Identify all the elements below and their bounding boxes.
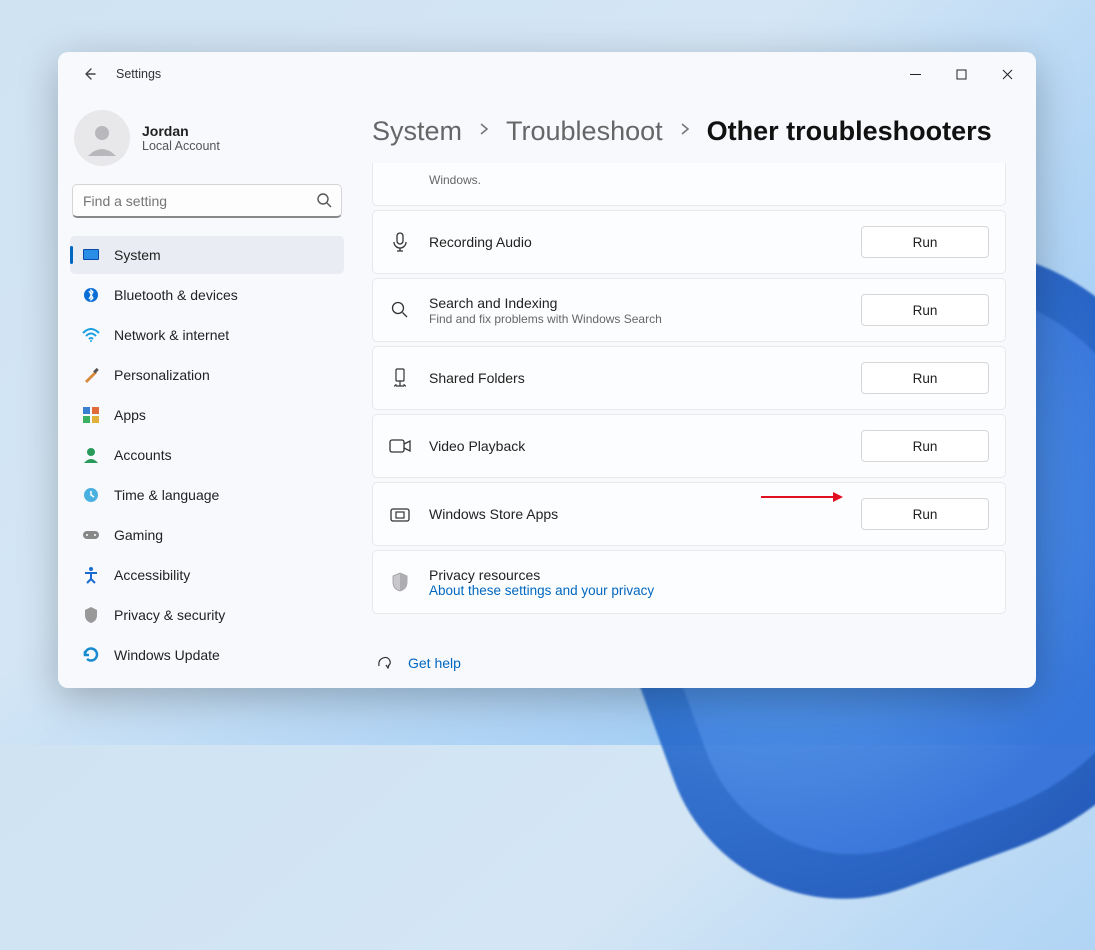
system-icon (82, 246, 100, 264)
troubleshooter-card-search-and-indexing: Search and Indexing Find and fix problem… (372, 278, 1006, 342)
troubleshooter-card-shared-folders: Shared Folders Run (372, 346, 1006, 410)
breadcrumb-other-troubleshooters: Other troubleshooters (707, 116, 992, 147)
sidebar: Jordan Local Account System Bluetooth & d… (58, 96, 356, 688)
help-row: Get help (372, 637, 1012, 688)
person-icon (82, 446, 100, 464)
nav-label: Apps (114, 407, 146, 423)
card-title: Search and Indexing (429, 295, 843, 311)
maximize-icon (956, 69, 967, 80)
chevron-right-icon (679, 122, 691, 141)
mic-icon (389, 232, 411, 252)
sidebar-item-personalization[interactable]: Personalization (70, 356, 344, 394)
app-title: Settings (116, 67, 161, 81)
search-input[interactable] (72, 184, 342, 218)
run-button[interactable]: Run (861, 498, 989, 530)
run-button[interactable]: Run (861, 430, 989, 462)
sidebar-item-accessibility[interactable]: Accessibility (70, 556, 344, 594)
card-sub: Find and fix problems with Windows Searc… (429, 312, 843, 326)
breadcrumb-system[interactable]: System (372, 116, 462, 147)
card-title: Privacy resources (429, 567, 989, 583)
video-icon (389, 438, 411, 454)
sidebar-item-accounts[interactable]: Accounts (70, 436, 344, 474)
main-content: SystemTroubleshootOther troubleshooters … (356, 96, 1036, 688)
minimize-icon (910, 69, 921, 80)
back-button[interactable] (72, 56, 108, 92)
search-icon (316, 192, 332, 213)
update-icon (82, 646, 100, 664)
shield-icon (82, 606, 100, 624)
clock-icon (82, 486, 100, 504)
sidebar-item-privacy-security[interactable]: Privacy & security (70, 596, 344, 634)
brush-icon (82, 366, 100, 384)
avatar-icon (82, 118, 122, 158)
store-icon (389, 506, 411, 522)
card-title: Shared Folders (429, 370, 843, 386)
troubleshooter-card-video-playback: Video Playback Run (372, 414, 1006, 478)
run-button[interactable]: Run (861, 226, 989, 258)
card-title: Windows Store Apps (429, 506, 843, 522)
sidebar-item-apps[interactable]: Apps (70, 396, 344, 434)
search-icon (389, 301, 411, 319)
bluetooth-icon (82, 286, 100, 304)
shield-icon (389, 572, 411, 592)
annotation-arrow-icon (759, 491, 843, 503)
back-arrow-icon (82, 66, 98, 82)
nav-label: Privacy & security (114, 607, 225, 623)
profile-block[interactable]: Jordan Local Account (70, 96, 344, 184)
troubleshooter-list: Windows. Recording Audio Run Search and … (372, 163, 1012, 637)
help-icon (376, 651, 394, 674)
sidebar-item-system[interactable]: System (70, 236, 344, 274)
nav-label: Windows Update (114, 647, 220, 663)
run-button[interactable]: Run (861, 362, 989, 394)
wifi-icon (82, 326, 100, 344)
nav-label: Accounts (114, 447, 172, 463)
sidebar-item-windows-update[interactable]: Windows Update (70, 636, 344, 674)
window-controls (892, 58, 1030, 90)
profile-sub: Local Account (142, 139, 220, 153)
get-help-link[interactable]: Get help (408, 655, 461, 671)
breadcrumb: System Troubleshoot Other troubleshooters (372, 96, 1012, 163)
settings-window: Settings Jordan Local Account (58, 52, 1036, 688)
titlebar: Settings (58, 52, 1036, 96)
breadcrumb-troubleshoot[interactable]: Troubleshoot (506, 116, 663, 147)
troubleshooter-card-partial: Windows. (372, 163, 1006, 206)
card-title: Video Playback (429, 438, 843, 454)
nav-label: Gaming (114, 527, 163, 543)
access-icon (82, 566, 100, 584)
privacy-link[interactable]: About these settings and your privacy (429, 583, 989, 598)
apps-icon (82, 406, 100, 424)
sidebar-item-bluetooth-devices[interactable]: Bluetooth & devices (70, 276, 344, 314)
nav-label: Time & language (114, 487, 219, 503)
nav-label: Bluetooth & devices (114, 287, 238, 303)
gamepad-icon (82, 526, 100, 544)
nav-label: Personalization (114, 367, 210, 383)
nav-label: System (114, 247, 161, 263)
profile-name: Jordan (142, 123, 220, 139)
nav-label: Network & internet (114, 327, 229, 343)
avatar (74, 110, 130, 166)
close-icon (1002, 69, 1013, 80)
search-wrap (72, 184, 342, 218)
share-icon (389, 368, 411, 388)
sidebar-item-network-internet[interactable]: Network & internet (70, 316, 344, 354)
close-button[interactable] (984, 58, 1030, 90)
card-sub: Windows. (429, 173, 843, 187)
chevron-right-icon (478, 122, 490, 141)
card-title: Recording Audio (429, 234, 843, 250)
sidebar-item-time-language[interactable]: Time & language (70, 476, 344, 514)
sidebar-item-gaming[interactable]: Gaming (70, 516, 344, 554)
privacy-resources-card[interactable]: Privacy resources About these settings a… (372, 550, 1006, 614)
run-button[interactable]: Run (861, 294, 989, 326)
maximize-button[interactable] (938, 58, 984, 90)
troubleshooter-card-recording-audio: Recording Audio Run (372, 210, 1006, 274)
nav-list: System Bluetooth & devices Network & inter… (70, 236, 344, 674)
troubleshooter-card-windows-store-apps: Windows Store Apps Run (372, 482, 1006, 546)
minimize-button[interactable] (892, 58, 938, 90)
nav-label: Accessibility (114, 567, 190, 583)
